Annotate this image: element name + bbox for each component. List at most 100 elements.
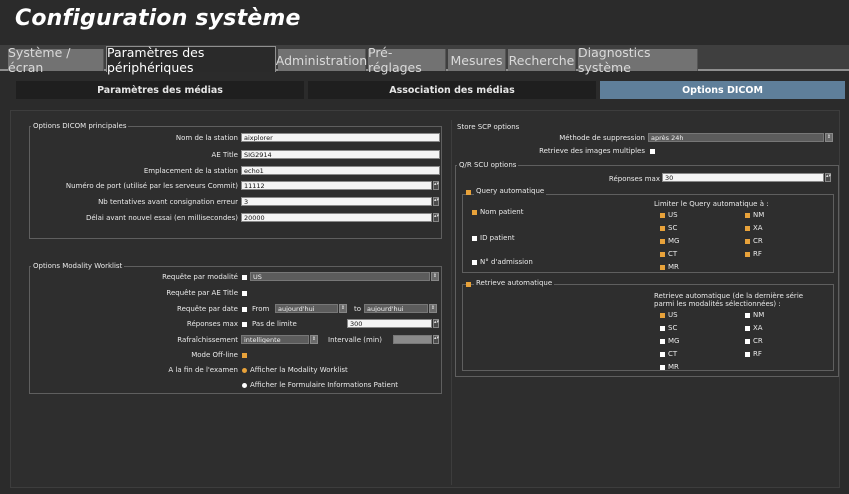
port-input[interactable]: 11112 xyxy=(241,181,432,190)
query-modality-checkbox[interactable] xyxy=(660,252,665,257)
multi-retrieve-checkbox[interactable] xyxy=(650,149,655,154)
query-modality-label: XA xyxy=(753,224,763,232)
subtab-options-dicom[interactable]: Options DICOM xyxy=(600,81,845,99)
refresh-dropdown-icon[interactable]: ⇕ xyxy=(310,335,318,344)
auto-query-label: Query automatique xyxy=(474,187,547,195)
modality-select[interactable]: US xyxy=(250,272,430,281)
port-spinner-icon[interactable]: ▴▾ xyxy=(433,181,439,190)
delay-spinner-icon[interactable]: ▴▾ xyxy=(433,213,439,222)
retrieve-modality-checkbox[interactable] xyxy=(745,313,750,318)
retrieve-modality-label: NM xyxy=(753,311,765,319)
query-modality-checkbox[interactable] xyxy=(745,239,750,244)
to-date-dropdown-icon[interactable]: ⇕ xyxy=(429,304,437,313)
deletion-method-dropdown-icon[interactable]: ⇕ xyxy=(825,133,833,142)
retries-spinner-icon[interactable]: ▴▾ xyxy=(433,197,439,206)
ae-title-input[interactable]: SIG2914 xyxy=(241,150,440,159)
query-modality-label: MR xyxy=(668,263,679,271)
from-date-select[interactable]: aujourd'hui xyxy=(275,304,338,313)
modality-dropdown-icon[interactable]: ⇕ xyxy=(431,272,439,281)
retrieve-modality-label: CT xyxy=(668,350,678,358)
store-scp-title: Store SCP options xyxy=(457,123,520,131)
auto-retrieve-checkbox[interactable] xyxy=(466,282,471,287)
qr-max-responses-label: Réponses max xyxy=(608,175,660,183)
to-date-select[interactable]: aujourd'hui xyxy=(364,304,428,313)
by-date-label: Requête par date xyxy=(177,305,238,313)
patient-name-checkbox[interactable] xyxy=(472,210,477,215)
tab-systeme-ecran[interactable]: Système / écran xyxy=(8,45,104,75)
column-divider xyxy=(451,120,452,485)
limit-query-label: Limiter le Query automatique à : xyxy=(654,200,769,208)
tab-mesures[interactable]: Mesures xyxy=(448,49,506,71)
subtab-association-medias[interactable]: Association des médias xyxy=(308,81,596,99)
query-modality-checkbox[interactable] xyxy=(660,226,665,231)
query-modality-label: US xyxy=(668,211,678,219)
no-limit-checkbox[interactable] xyxy=(242,322,247,327)
retries-input[interactable]: 3 xyxy=(241,197,432,206)
dicom-main-title: Options DICOM principales xyxy=(31,122,129,130)
auto-query-checkbox[interactable] xyxy=(466,190,471,195)
interval-input[interactable] xyxy=(393,335,432,344)
refresh-select[interactable]: intelligente xyxy=(241,335,309,344)
by-date-checkbox[interactable] xyxy=(242,307,247,312)
query-modality-label: CR xyxy=(753,237,763,245)
retrieve-modality-checkbox[interactable] xyxy=(660,339,665,344)
tab-diagnostics-systeme[interactable]: Diagnostics système xyxy=(578,45,698,75)
worklist-title: Options Modality Worklist xyxy=(31,262,125,270)
from-date-dropdown-icon[interactable]: ⇕ xyxy=(339,304,347,313)
retrieve-modality-checkbox[interactable] xyxy=(660,365,665,370)
max-responses-spinner-icon[interactable]: ▴▾ xyxy=(433,319,439,328)
retrieve-modality-checkbox[interactable] xyxy=(660,313,665,318)
retrieve-modality-checkbox[interactable] xyxy=(660,352,665,357)
delay-label: Délai avant nouvel essai (en millisecond… xyxy=(85,214,238,222)
qr-max-responses-spinner-icon[interactable]: ▴▾ xyxy=(825,173,831,182)
by-ae-title-checkbox[interactable] xyxy=(242,291,247,296)
qr-max-responses-input[interactable]: 30 xyxy=(662,173,824,182)
patient-id-checkbox[interactable] xyxy=(472,236,477,241)
tab-recherche[interactable]: Recherche xyxy=(508,49,576,71)
subtab-parametres-medias[interactable]: Paramètres des médias xyxy=(16,81,304,99)
to-label: to xyxy=(354,305,362,313)
port-label: Numéro de port (utilisé par les serveurs… xyxy=(65,182,238,190)
tab-pre-reglages[interactable]: Pré-réglages xyxy=(368,45,446,75)
ae-title-label: AE Title xyxy=(211,151,238,159)
patient-id-label: ID patient xyxy=(480,234,515,242)
tab-administration[interactable]: Administration xyxy=(276,49,367,71)
query-modality-checkbox[interactable] xyxy=(745,213,750,218)
show-worklist-radio[interactable] xyxy=(242,368,247,373)
tab-parametres-peripheriques[interactable]: Paramètres des périphériques xyxy=(106,45,276,75)
query-modality-checkbox[interactable] xyxy=(745,226,750,231)
retrieve-modality-checkbox[interactable] xyxy=(745,352,750,357)
show-form-radio[interactable] xyxy=(242,383,247,388)
delay-input[interactable]: 20000 xyxy=(241,213,432,222)
offline-checkbox[interactable] xyxy=(242,353,247,358)
by-modality-label: Requête par modalité xyxy=(162,273,238,281)
retrieve-modality-label: MR xyxy=(668,363,679,371)
deletion-method-select[interactable]: après 24h xyxy=(648,133,824,142)
retrieve-modality-checkbox[interactable] xyxy=(745,339,750,344)
admission-checkbox[interactable] xyxy=(472,260,477,265)
by-ae-title-label: Requête par AE Title xyxy=(166,289,238,297)
interval-spinner-icon[interactable]: ▴▾ xyxy=(433,335,439,344)
query-modality-label: NM xyxy=(753,211,765,219)
location-input[interactable]: echo1 xyxy=(241,166,440,175)
query-modality-label: MG xyxy=(668,237,680,245)
max-responses-input[interactable]: 300 xyxy=(347,319,432,328)
end-exam-label: A la fin de l'examen xyxy=(168,366,238,374)
max-responses-label: Réponses max xyxy=(186,320,238,328)
query-modality-checkbox[interactable] xyxy=(660,265,665,270)
location-label: Emplacement de la station xyxy=(143,167,238,175)
retrieve-modality-checkbox[interactable] xyxy=(745,326,750,331)
no-limit-label: Pas de limite xyxy=(252,320,297,328)
show-form-label: Afficher le Formulaire Informations Pati… xyxy=(250,381,398,389)
by-modality-checkbox[interactable] xyxy=(242,275,247,280)
retrieve-modality-label: US xyxy=(668,311,678,319)
interval-label: Intervalle (min) xyxy=(328,336,382,344)
query-modality-checkbox[interactable] xyxy=(660,239,665,244)
station-name-input[interactable]: aixplorer xyxy=(241,133,440,142)
patient-name-label: Nom patient xyxy=(480,208,524,216)
retrieve-modality-checkbox[interactable] xyxy=(660,326,665,331)
query-modality-checkbox[interactable] xyxy=(660,213,665,218)
retrieve-modality-label: RF xyxy=(753,350,762,358)
worklist-panel xyxy=(29,266,442,394)
query-modality-checkbox[interactable] xyxy=(745,252,750,257)
